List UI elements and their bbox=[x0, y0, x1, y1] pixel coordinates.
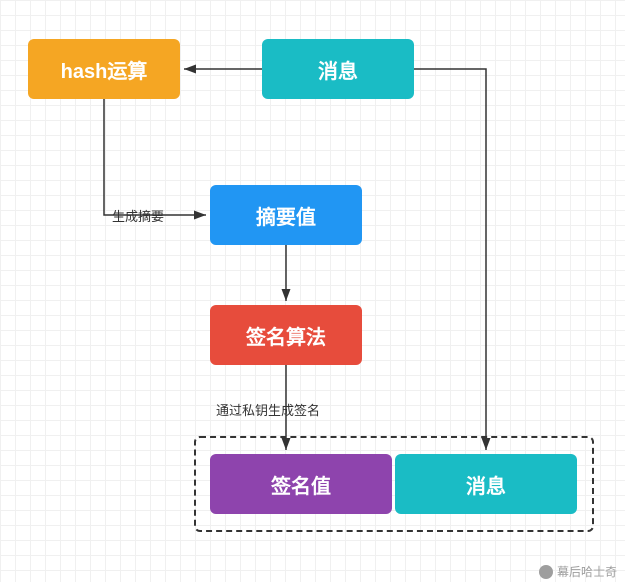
node-message-top: 消息 bbox=[262, 39, 414, 99]
node-sign-val: 签名值 bbox=[210, 454, 392, 514]
node-sign-alg: 签名算法 bbox=[210, 305, 362, 365]
node-hash: hash运算 bbox=[28, 39, 180, 99]
edge-hash-to-digest bbox=[104, 99, 206, 215]
node-message-top-label: 消息 bbox=[318, 55, 358, 84]
edge-gen-digest-label: 生成摘要 bbox=[112, 206, 164, 225]
node-sign-alg-label: 签名算法 bbox=[246, 321, 326, 350]
node-sign-val-label: 签名值 bbox=[271, 470, 331, 499]
watermark: 幕后哈士奇 bbox=[539, 563, 617, 580]
node-message-bottom: 消息 bbox=[395, 454, 577, 514]
node-message-bottom-label: 消息 bbox=[466, 470, 506, 499]
node-digest-label: 摘要值 bbox=[256, 201, 316, 230]
node-hash-label: hash运算 bbox=[61, 55, 148, 84]
node-digest: 摘要值 bbox=[210, 185, 362, 245]
watermark-icon bbox=[539, 565, 553, 579]
edge-private-key-label: 通过私钥生成签名 bbox=[216, 400, 320, 419]
watermark-text: 幕后哈士奇 bbox=[557, 563, 617, 580]
edge-msgtop-to-msgbot bbox=[414, 69, 486, 450]
